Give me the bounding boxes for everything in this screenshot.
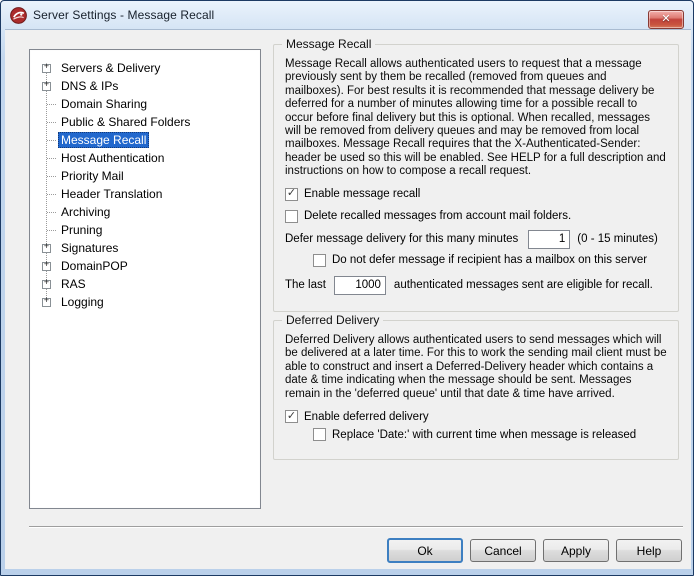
replace-date-row: ✓ Replace 'Date:' with current time when…: [313, 428, 667, 441]
sidebar-item-signatures[interactable]: + Signatures: [30, 239, 260, 257]
sidebar-item-priority-mail[interactable]: Priority Mail: [30, 167, 260, 185]
sidebar-item-servers-delivery[interactable]: + Servers & Delivery: [30, 59, 260, 77]
recall-eligible-row: The last 1000 authenticated messages sen…: [285, 276, 667, 295]
enable-message-recall-checkbox[interactable]: ✓: [285, 188, 298, 201]
last-messages-input[interactable]: 1000: [334, 276, 386, 295]
defer-delivery-row: Defer message delivery for this many min…: [285, 230, 667, 249]
message-recall-description: Message Recall allows authenticated user…: [285, 58, 667, 179]
sidebar-item-ras[interactable]: + RAS: [30, 275, 260, 293]
tree-stub: [47, 140, 56, 141]
sidebar-item-public-shared-folders[interactable]: Public & Shared Folders: [30, 113, 260, 131]
server-settings-dialog: Server Settings - Message Recall ✕ + Ser…: [0, 0, 694, 576]
check-icon: ✓: [287, 411, 296, 422]
replace-date-checkbox[interactable]: ✓: [313, 428, 326, 441]
sidebar-item-logging[interactable]: + Logging: [30, 293, 260, 311]
expand-icon[interactable]: +: [42, 280, 51, 289]
tree-stub: [47, 122, 56, 123]
help-button[interactable]: Help: [616, 539, 682, 562]
check-icon: ✓: [287, 188, 296, 199]
sidebar-item-header-translation[interactable]: Header Translation: [30, 185, 260, 203]
message-recall-group: Message Recall Message Recall allows aut…: [273, 44, 679, 312]
tree-stub: [47, 230, 56, 231]
settings-tree: + Servers & Delivery + DNS & IPs Domain …: [29, 49, 261, 509]
expand-icon[interactable]: +: [42, 82, 51, 91]
enable-message-recall-row: ✓ Enable message recall: [285, 188, 667, 201]
sidebar-item-archiving[interactable]: Archiving: [30, 203, 260, 221]
sidebar-item-message-recall[interactable]: Message Recall: [30, 131, 260, 149]
delete-recalled-row: ✓ Delete recalled messages from account …: [285, 210, 667, 223]
group-title: Deferred Delivery: [282, 313, 383, 327]
sidebar-item-host-authentication[interactable]: Host Authentication: [30, 149, 260, 167]
delete-recalled-label: Delete recalled messages from account ma…: [304, 210, 571, 222]
sidebar-item-dns-ips[interactable]: + DNS & IPs: [30, 77, 260, 95]
deferred-delivery-description: Deferred Delivery allows authenticated u…: [285, 334, 667, 401]
tree-stub: [47, 176, 56, 177]
expand-icon[interactable]: +: [42, 244, 51, 253]
delete-recalled-checkbox[interactable]: ✓: [285, 210, 298, 223]
window-title: Server Settings - Message Recall: [33, 8, 214, 22]
cancel-button[interactable]: Cancel: [470, 539, 536, 562]
group-title: Message Recall: [282, 37, 375, 51]
tree-stub: [47, 194, 56, 195]
sidebar-item-domainpop[interactable]: + DomainPOP: [30, 257, 260, 275]
sidebar-item-domain-sharing[interactable]: Domain Sharing: [30, 95, 260, 113]
ok-button[interactable]: Ok: [387, 538, 463, 563]
enable-deferred-delivery-label: Enable deferred delivery: [304, 411, 429, 423]
defer-minutes-label: Defer message delivery for this many min…: [285, 233, 518, 245]
selected-tree-item: Message Recall: [58, 132, 149, 148]
no-defer-row: ✓ Do not defer message if recipient has …: [313, 254, 667, 267]
defer-minutes-hint: (0 - 15 minutes): [577, 233, 658, 245]
client-area: + Servers & Delivery + DNS & IPs Domain …: [5, 29, 691, 569]
tree-stub: [47, 212, 56, 213]
expand-icon[interactable]: +: [42, 262, 51, 271]
footer-buttons: Ok Cancel Apply Help: [387, 538, 682, 563]
last-messages-prefix: The last: [285, 279, 326, 291]
deferred-delivery-group: Deferred Delivery Deferred Delivery allo…: [273, 320, 679, 460]
no-defer-label: Do not defer message if recipient has a …: [332, 254, 647, 266]
apply-button[interactable]: Apply: [543, 539, 609, 562]
expand-icon[interactable]: +: [42, 298, 51, 307]
footer-separator: [29, 526, 683, 528]
enable-deferred-delivery-row: ✓ Enable deferred delivery: [285, 410, 667, 423]
tree-stub: [47, 158, 56, 159]
sidebar-item-pruning[interactable]: Pruning: [30, 221, 260, 239]
enable-deferred-delivery-checkbox[interactable]: ✓: [285, 410, 298, 423]
enable-message-recall-label: Enable message recall: [304, 188, 420, 200]
replace-date-label: Replace 'Date:' with current time when m…: [332, 429, 636, 441]
close-button[interactable]: ✕: [648, 10, 684, 29]
mdaemon-logo-icon: [10, 7, 27, 24]
expand-icon[interactable]: +: [42, 64, 51, 73]
tree-stub: [47, 104, 56, 105]
close-icon: ✕: [661, 14, 670, 25]
defer-minutes-input[interactable]: 1: [528, 230, 570, 249]
no-defer-checkbox[interactable]: ✓: [313, 254, 326, 267]
titlebar[interactable]: Server Settings - Message Recall ✕: [1, 1, 693, 29]
last-messages-suffix: authenticated messages sent are eligible…: [394, 279, 653, 291]
